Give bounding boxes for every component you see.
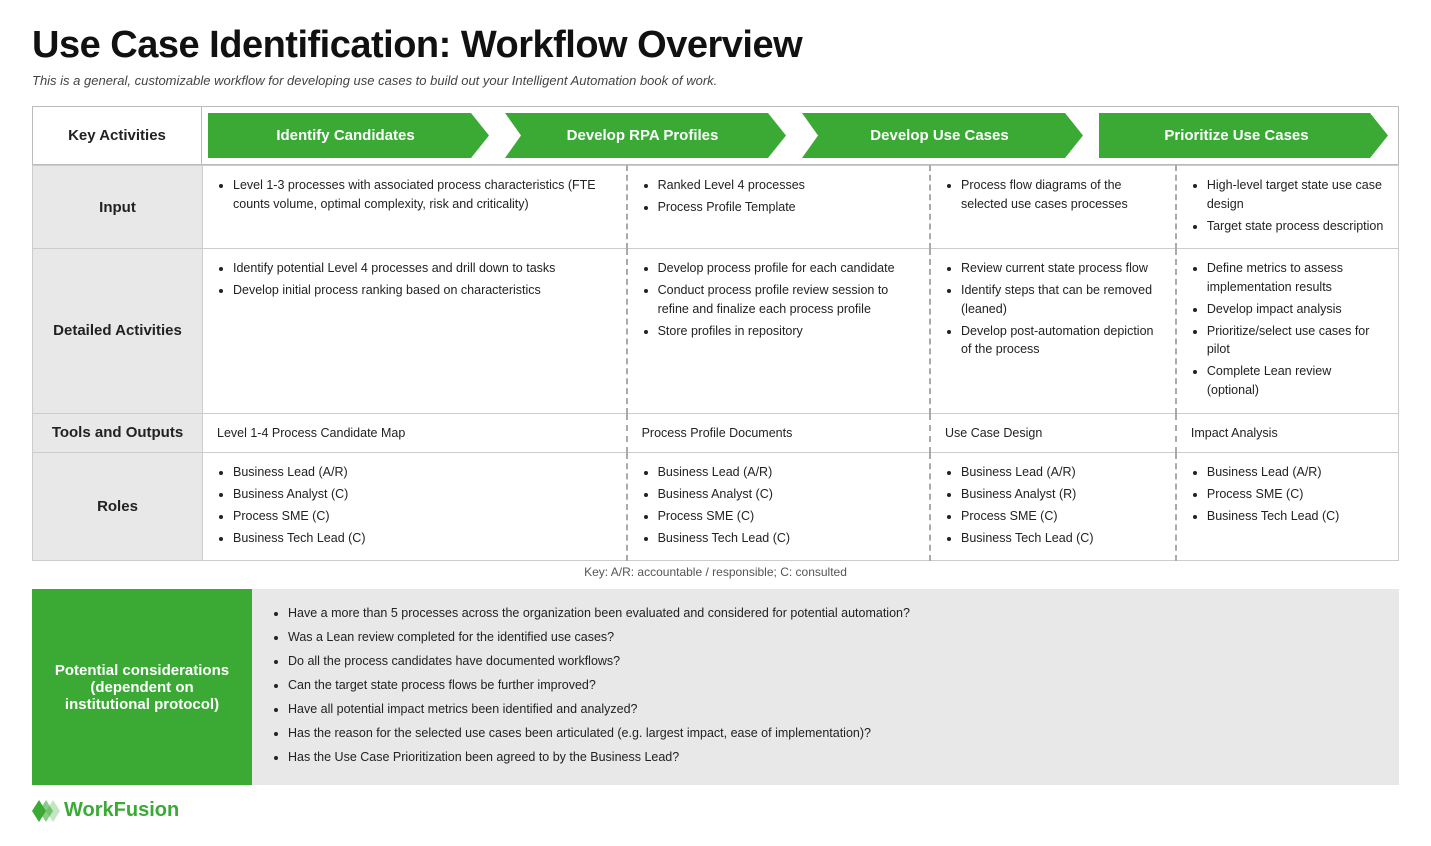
consideration-item: Can the target state process flows be fu… — [288, 675, 1381, 695]
tools-cell-3: Use Case Design — [930, 413, 1176, 453]
considerations-label: Potential considerations (dependent on i… — [32, 589, 252, 785]
consideration-item: Has the reason for the selected use case… — [288, 723, 1381, 743]
roles-cell-2: Business Lead (A/R) Business Analyst (C)… — [627, 453, 930, 561]
input-cell-3: Process flow diagrams of the selected us… — [930, 166, 1176, 249]
consideration-item: Has the Use Case Prioritization been agr… — [288, 747, 1381, 767]
roles-cell-3: Business Lead (A/R) Business Analyst (R)… — [930, 453, 1176, 561]
detailed-cell-3: Review current state process flow Identi… — [930, 249, 1176, 413]
header-row: Key Activities Identify Candidates Devel… — [32, 106, 1399, 165]
consideration-item: Do all the process candidates have docum… — [288, 651, 1381, 671]
roles-cell-4: Business Lead (A/R) Process SME (C) Busi… — [1176, 453, 1399, 561]
detailed-activities-label: Detailed Activities — [33, 249, 203, 413]
page-subtitle: This is a general, customizable workflow… — [32, 73, 1399, 88]
input-cell-1: Level 1-3 processes with associated proc… — [203, 166, 627, 249]
tools-cell-4: Impact Analysis — [1176, 413, 1399, 453]
roles-key: Key: A/R: accountable / responsible; C: … — [32, 565, 1399, 579]
roles-row: Roles Business Lead (A/R) Business Analy… — [33, 453, 1399, 561]
tools-outputs-row: Tools and Outputs Level 1-4 Process Cand… — [33, 413, 1399, 453]
roles-cell-1: Business Lead (A/R) Business Analyst (C)… — [203, 453, 627, 561]
roles-label: Roles — [33, 453, 203, 561]
consideration-item: Have all potential impact metrics been i… — [288, 699, 1381, 719]
considerations-content: Have a more than 5 processes across the … — [252, 589, 1399, 785]
consideration-item: Was a Lean review completed for the iden… — [288, 627, 1381, 647]
input-cell-2: Ranked Level 4 processes Process Profile… — [627, 166, 930, 249]
phase-develop-use-cases: Develop Use Cases — [802, 113, 1083, 158]
considerations-section: Potential considerations (dependent on i… — [32, 589, 1399, 785]
detailed-cell-4: Define metrics to assess implementation … — [1176, 249, 1399, 413]
phase-prioritize: Prioritize Use Cases — [1099, 113, 1388, 158]
input-label: Input — [33, 166, 203, 249]
detailed-activities-row: Detailed Activities Identify potential L… — [33, 249, 1399, 413]
tools-cell-2: Process Profile Documents — [627, 413, 930, 453]
consideration-item: Have a more than 5 processes across the … — [288, 603, 1381, 623]
detailed-cell-2: Develop process profile for each candida… — [627, 249, 930, 413]
detailed-cell-1: Identify potential Level 4 processes and… — [203, 249, 627, 413]
page-title: Use Case Identification: Workflow Overvi… — [32, 24, 1399, 67]
phase-develop-rpa: Develop RPA Profiles — [505, 113, 786, 158]
main-content-table: Input Level 1-3 processes with associate… — [32, 165, 1399, 561]
input-cell-4: High-level target state use case design … — [1176, 166, 1399, 249]
tools-outputs-label: Tools and Outputs — [33, 413, 203, 453]
phase-identify: Identify Candidates — [208, 113, 489, 158]
input-row: Input Level 1-3 processes with associate… — [33, 166, 1399, 249]
key-activities-label: Key Activities — [32, 106, 202, 165]
tools-cell-1: Level 1-4 Process Candidate Map — [203, 413, 627, 453]
phase-arrows: Identify Candidates Develop RPA Profiles… — [202, 106, 1399, 165]
considerations-list: Have a more than 5 processes across the … — [270, 603, 1381, 767]
